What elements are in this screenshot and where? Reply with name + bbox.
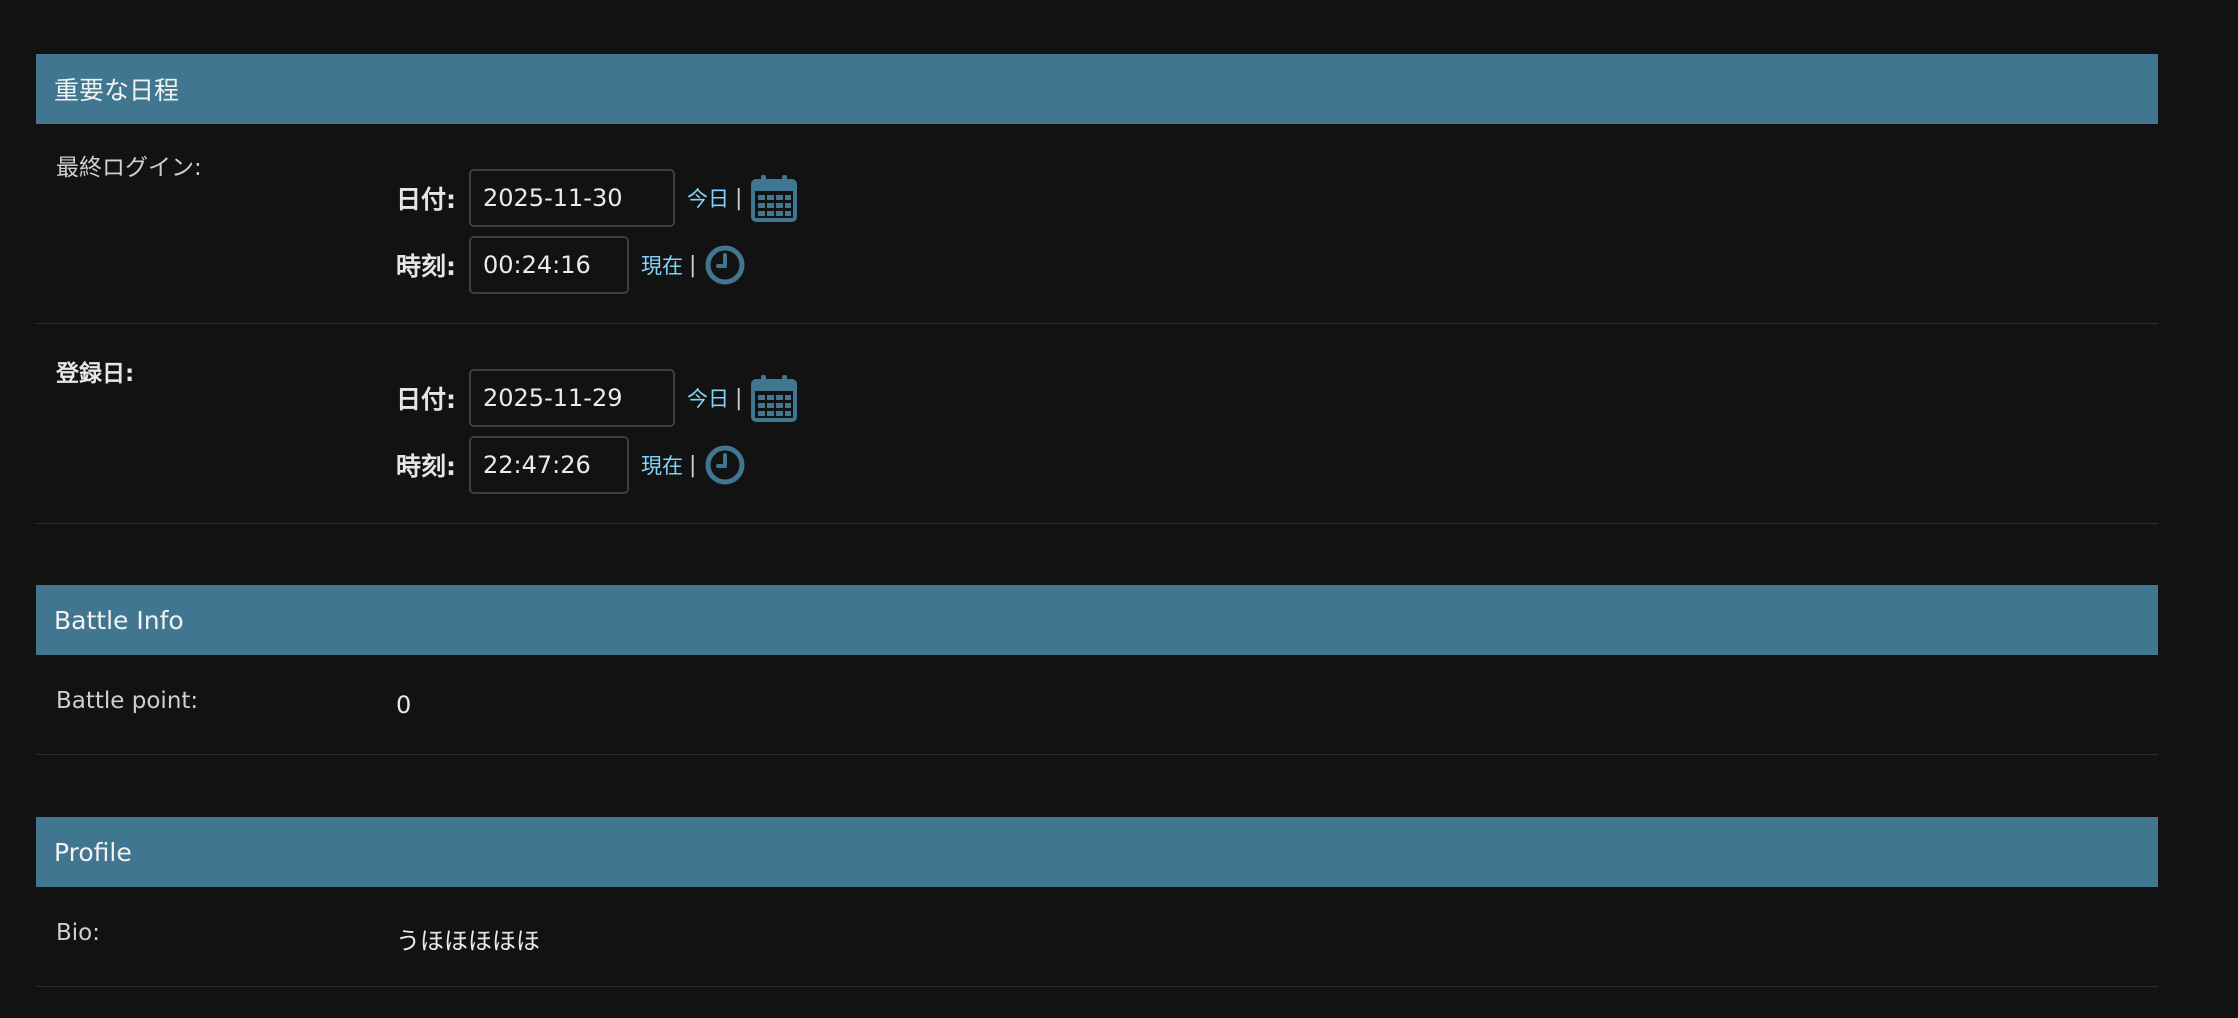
now-link[interactable]: 現在: [641, 450, 683, 480]
section-header-important-dates: 重要な日程: [36, 54, 2158, 124]
date-joined-date-input[interactable]: [469, 369, 675, 427]
last-login-date-input[interactable]: [469, 169, 675, 227]
fieldset-important-dates: 重要な日程 最終ログイン: 日付: 今日 |: [36, 54, 2158, 524]
separator: |: [735, 185, 743, 211]
date-joined-time-input[interactable]: [469, 436, 629, 494]
last-login-date-line: 日付: 今日 |: [396, 169, 798, 227]
calendar-icon[interactable]: [750, 373, 798, 423]
separator: |: [735, 385, 743, 411]
separator: |: [689, 452, 697, 478]
date-caption: 日付:: [396, 385, 456, 414]
fieldset-battle-info: Battle Info Battle point: 0: [36, 585, 2158, 755]
date-joined-time-line: 時刻: 現在 |: [396, 436, 746, 494]
last-login-label: 最終ログイン:: [56, 155, 202, 181]
bio-value: うほほほほほ: [396, 927, 540, 955]
calendar-icon[interactable]: [750, 173, 798, 223]
last-login-time-line: 時刻: 現在 |: [396, 236, 746, 294]
date-joined-label: 登録日:: [56, 361, 135, 387]
last-login-time-input[interactable]: [469, 236, 629, 294]
today-link[interactable]: 今日: [687, 183, 729, 213]
form-row-date-joined: 登録日: 日付: 今日 |: [36, 324, 2158, 524]
battle-point-label: Battle point:: [56, 688, 199, 714]
clock-icon[interactable]: [704, 244, 746, 286]
now-link[interactable]: 現在: [641, 250, 683, 280]
form-row-battle-point: Battle point: 0: [36, 655, 2158, 755]
date-joined-date-line: 日付: 今日 |: [396, 369, 798, 427]
bio-label: Bio:: [56, 920, 100, 946]
time-caption: 時刻:: [396, 252, 456, 281]
today-link[interactable]: 今日: [687, 383, 729, 413]
form-row-bio: Bio: うほほほほほ: [36, 887, 2158, 987]
time-caption: 時刻:: [396, 452, 456, 481]
battle-point-value: 0: [396, 691, 412, 719]
clock-icon[interactable]: [704, 444, 746, 486]
date-caption: 日付:: [396, 185, 456, 214]
section-header-profile: Profile: [36, 817, 2158, 887]
form-row-last-login: 最終ログイン: 日付: 今日 |: [36, 124, 2158, 324]
section-header-battle-info: Battle Info: [36, 585, 2158, 655]
fieldset-profile: Profile Bio: うほほほほほ: [36, 817, 2158, 987]
separator: |: [689, 252, 697, 278]
admin-change-form: 重要な日程 最終ログイン: 日付: 今日 |: [0, 0, 2238, 1018]
